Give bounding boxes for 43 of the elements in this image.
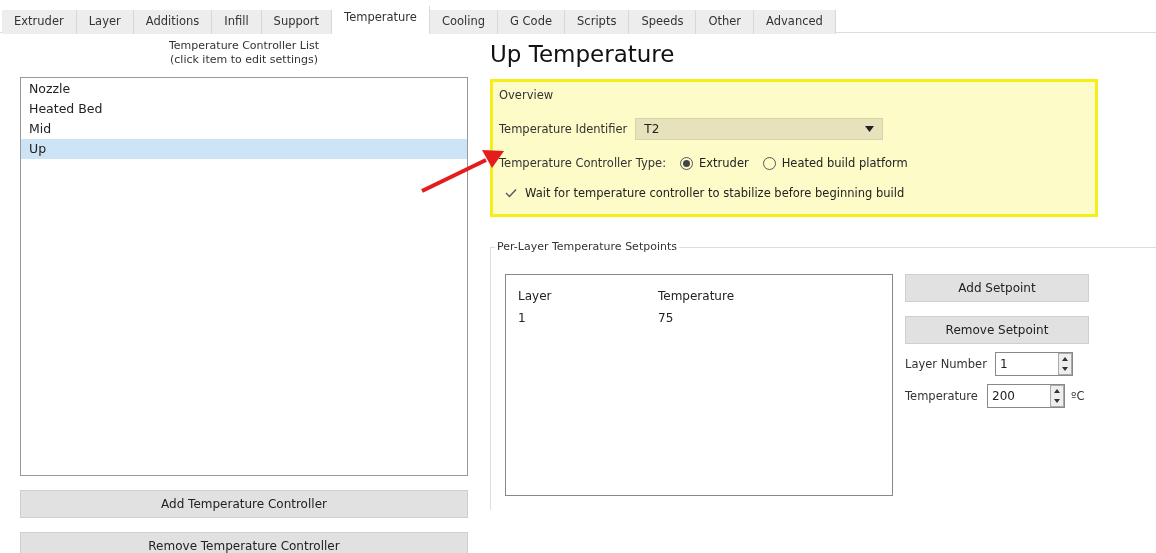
tab[interactable]: Extruder [2, 10, 77, 34]
caret-icon [865, 126, 875, 132]
tab[interactable]: Advanced [754, 10, 836, 34]
table-cell-text: 1 [518, 310, 527, 327]
add-setpoint-button[interactable]: Add Setpoint [905, 274, 1089, 302]
tab[interactable]: Scripts [565, 10, 630, 34]
tab[interactable]: Support [261, 10, 333, 34]
remove-controller-button[interactable]: Remove Temperature Controller [20, 532, 468, 553]
layer-number-label: Layer Number [905, 357, 988, 371]
list-item[interactable]: Up [21, 139, 467, 159]
identifier-label: Temperature Identifier [499, 122, 628, 136]
wait-checkbox[interactable]: Wait for temperature controller to stabilize before beginning build [499, 186, 1085, 200]
layer-number-field[interactable]: 1 [994, 352, 1073, 376]
unit-label: ºC [1071, 389, 1085, 403]
tab[interactable]: G Code [498, 10, 566, 34]
list-title: Temperature Controller List [169, 39, 319, 53]
list-item[interactable]: Mid [21, 119, 467, 139]
column-header[interactable]: Layer [518, 285, 658, 307]
list-item[interactable]: Heated Bed [21, 99, 467, 119]
table-cell-text: 75 [658, 310, 675, 327]
tab[interactable]: Speeds [629, 10, 697, 34]
type-label: Temperature Controller Type: [499, 156, 666, 170]
column-header[interactable]: Temperature [658, 285, 778, 307]
setpoints-legend: Per-Layer Temperature Setpoints [495, 240, 679, 253]
tab[interactable]: Temperature [332, 6, 430, 34]
add-controller-button[interactable]: Add Temperature Controller [20, 490, 468, 518]
type-radio[interactable]: Heated build platform [762, 156, 908, 170]
identifier-dropdown[interactable]: T2 [635, 118, 884, 140]
temperature-field[interactable]: 200 [987, 384, 1065, 408]
tab[interactable]: Cooling [429, 10, 498, 34]
remove-setpoint-button[interactable]: Remove Setpoint [905, 316, 1089, 344]
tab[interactable]: Additions [133, 10, 213, 34]
spin-arrows-icon[interactable] [1057, 353, 1072, 375]
tab[interactable]: Other [696, 10, 755, 34]
list-item[interactable]: Nozzle [21, 79, 467, 99]
page-heading: Up Temperature [490, 40, 676, 69]
temperature-label: Temperature [905, 389, 979, 403]
tab[interactable]: Layer [76, 10, 134, 34]
overview-label: Overview [499, 88, 555, 102]
type-radio[interactable]: Extruder [680, 156, 749, 170]
tab[interactable]: Infill [212, 10, 262, 34]
list-hint: (click item to edit settings) [170, 53, 318, 67]
spin-arrows-icon[interactable] [1050, 385, 1064, 407]
